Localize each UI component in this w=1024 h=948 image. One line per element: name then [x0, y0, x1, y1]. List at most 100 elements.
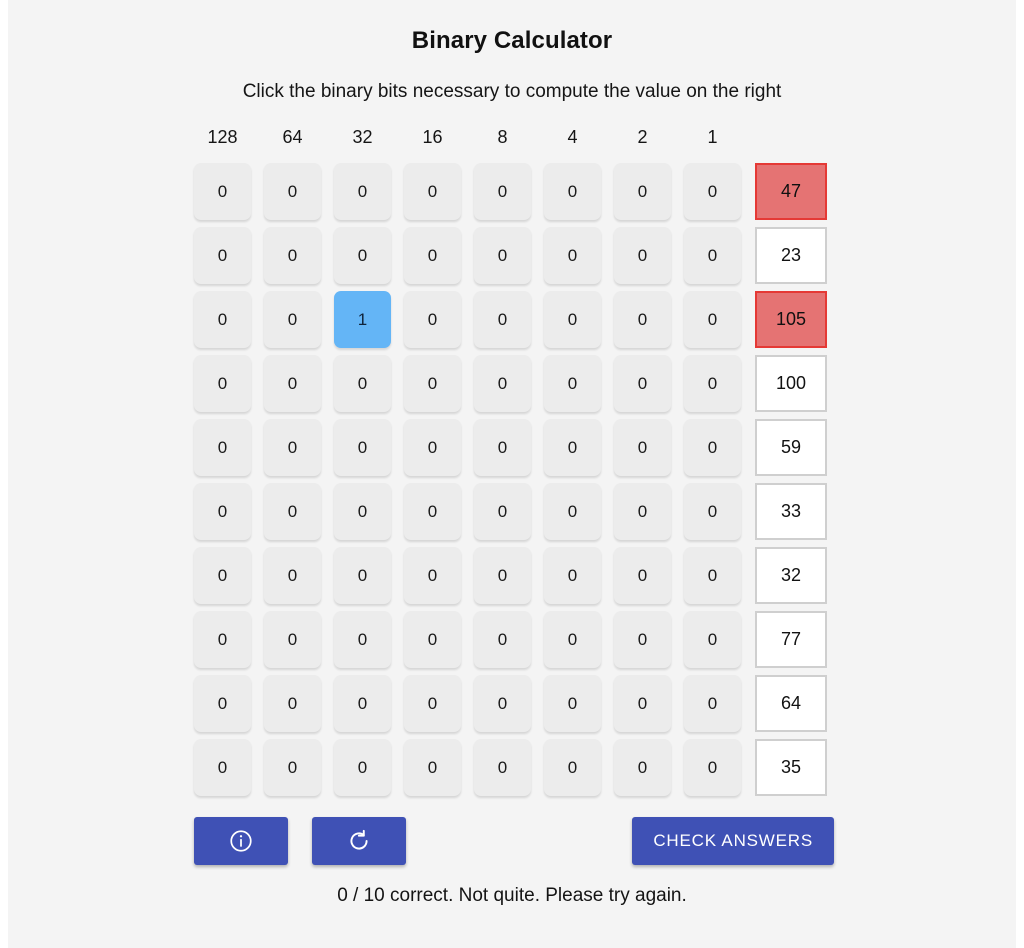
bit-cell-64[interactable]: 0 — [264, 675, 321, 732]
bit-cell-4[interactable]: 0 — [544, 227, 601, 284]
bit-header-32: 32 — [352, 127, 373, 147]
bit-cell-128[interactable]: 0 — [194, 675, 251, 732]
bit-cell-32[interactable]: 0 — [334, 227, 391, 284]
bit-cell-1[interactable]: 0 — [684, 355, 741, 412]
bit-row: 0 0 0 0 0 0 0 0 35 — [194, 739, 834, 796]
bit-cell-4[interactable]: 0 — [544, 291, 601, 348]
bit-cell-16[interactable]: 0 — [404, 611, 461, 668]
bit-cell-2[interactable]: 0 — [614, 547, 671, 604]
bit-cell-2[interactable]: 0 — [614, 675, 671, 732]
bit-cell-1[interactable]: 0 — [684, 675, 741, 732]
bit-cell-1[interactable]: 0 — [684, 163, 741, 220]
bit-row: 0 0 0 0 0 0 0 0 33 — [194, 483, 834, 540]
bit-cell-2[interactable]: 0 — [614, 611, 671, 668]
bit-cell-128[interactable]: 0 — [194, 355, 251, 412]
bit-cell-128[interactable]: 0 — [194, 291, 251, 348]
bit-rows: 0 0 0 0 0 0 0 0 47 0 0 0 0 0 0 0 0 23 0 0 1 0 0 0 0 0 105 0 0 0 0 0 0 0 0 1… — [194, 153, 834, 796]
bit-cell-32[interactable]: 0 — [334, 547, 391, 604]
bit-cell-32[interactable]: 1 — [334, 291, 391, 348]
bit-cell-1[interactable]: 0 — [684, 291, 741, 348]
bit-cell-2[interactable]: 0 — [614, 355, 671, 412]
bit-cell-4[interactable]: 0 — [544, 483, 601, 540]
bit-cell-128[interactable]: 0 — [194, 163, 251, 220]
bit-cell-1[interactable]: 0 — [684, 483, 741, 540]
bit-cell-32[interactable]: 0 — [334, 355, 391, 412]
target-value: 64 — [755, 675, 827, 732]
bit-cell-128[interactable]: 0 — [194, 611, 251, 668]
reset-button[interactable] — [312, 817, 406, 865]
bit-cell-8[interactable]: 0 — [474, 163, 531, 220]
bit-cell-16[interactable]: 0 — [404, 675, 461, 732]
bit-cell-32[interactable]: 0 — [334, 419, 391, 476]
bit-cell-2[interactable]: 0 — [614, 291, 671, 348]
bit-cell-32[interactable]: 0 — [334, 483, 391, 540]
bit-cell-4[interactable]: 0 — [544, 675, 601, 732]
bit-cell-32[interactable]: 0 — [334, 675, 391, 732]
bit-cell-16[interactable]: 0 — [404, 291, 461, 348]
bit-cell-64[interactable]: 0 — [264, 739, 321, 796]
bit-header-1: 1 — [707, 127, 718, 147]
bit-cell-8[interactable]: 0 — [474, 291, 531, 348]
bit-cell-8[interactable]: 0 — [474, 675, 531, 732]
bit-cell-4[interactable]: 0 — [544, 419, 601, 476]
bit-cell-4[interactable]: 0 — [544, 739, 601, 796]
bit-cell-16[interactable]: 0 — [404, 163, 461, 220]
target-value: 105 — [755, 291, 827, 348]
bit-row: 0 0 0 0 0 0 0 0 23 — [194, 227, 834, 284]
bit-cell-4[interactable]: 0 — [544, 163, 601, 220]
bit-cell-8[interactable]: 0 — [474, 611, 531, 668]
bit-cell-2[interactable]: 0 — [614, 739, 671, 796]
bit-cell-8[interactable]: 0 — [474, 419, 531, 476]
bit-cell-16[interactable]: 0 — [404, 355, 461, 412]
bit-cell-1[interactable]: 0 — [684, 227, 741, 284]
bit-cell-1[interactable]: 0 — [684, 611, 741, 668]
bit-cell-8[interactable]: 0 — [474, 355, 531, 412]
bit-cell-16[interactable]: 0 — [404, 419, 461, 476]
bit-cell-1[interactable]: 0 — [684, 547, 741, 604]
bit-cell-16[interactable]: 0 — [404, 547, 461, 604]
bit-cell-32[interactable]: 0 — [334, 163, 391, 220]
bit-cell-8[interactable]: 0 — [474, 483, 531, 540]
bit-cell-128[interactable]: 0 — [194, 483, 251, 540]
bit-cell-32[interactable]: 0 — [334, 611, 391, 668]
bit-cell-2[interactable]: 0 — [614, 163, 671, 220]
bit-cell-8[interactable]: 0 — [474, 739, 531, 796]
bit-header-2: 2 — [637, 127, 648, 147]
bit-cell-2[interactable]: 0 — [614, 227, 671, 284]
target-value: 59 — [755, 419, 827, 476]
bit-cell-64[interactable]: 0 — [264, 419, 321, 476]
bit-cell-16[interactable]: 0 — [404, 483, 461, 540]
info-button[interactable] — [194, 817, 288, 865]
bit-cell-128[interactable]: 0 — [194, 419, 251, 476]
bit-cell-128[interactable]: 0 — [194, 739, 251, 796]
bit-cell-4[interactable]: 0 — [544, 355, 601, 412]
check-answers-button[interactable]: CHECK ANSWERS — [632, 817, 834, 865]
bit-cell-1[interactable]: 0 — [684, 419, 741, 476]
bit-row: 0 0 0 0 0 0 0 0 64 — [194, 675, 834, 732]
bit-cell-128[interactable]: 0 — [194, 227, 251, 284]
bit-header-64: 64 — [282, 127, 303, 147]
bit-cell-64[interactable]: 0 — [264, 547, 321, 604]
bit-cell-64[interactable]: 0 — [264, 163, 321, 220]
bit-cell-16[interactable]: 0 — [404, 227, 461, 284]
bit-cell-16[interactable]: 0 — [404, 739, 461, 796]
bit-cell-64[interactable]: 0 — [264, 355, 321, 412]
target-value: 33 — [755, 483, 827, 540]
bit-cell-2[interactable]: 0 — [614, 419, 671, 476]
bit-cell-1[interactable]: 0 — [684, 739, 741, 796]
bit-cell-64[interactable]: 0 — [264, 291, 321, 348]
target-value: 23 — [755, 227, 827, 284]
bit-cell-8[interactable]: 0 — [474, 227, 531, 284]
bit-cell-4[interactable]: 0 — [544, 611, 601, 668]
bit-grid: 128 64 32 16 8 4 2 1 0 0 0 0 0 0 0 0 47 0 0 0 0 0 0 0 0 2… — [190, 103, 834, 796]
bit-value-header-row: 128 64 32 16 8 4 2 1 — [194, 103, 834, 153]
bit-row: 0 0 0 0 0 0 0 0 47 — [194, 163, 834, 220]
bit-cell-32[interactable]: 0 — [334, 739, 391, 796]
bit-cell-4[interactable]: 0 — [544, 547, 601, 604]
bit-cell-128[interactable]: 0 — [194, 547, 251, 604]
bit-cell-2[interactable]: 0 — [614, 483, 671, 540]
bit-cell-8[interactable]: 0 — [474, 547, 531, 604]
bit-cell-64[interactable]: 0 — [264, 611, 321, 668]
bit-cell-64[interactable]: 0 — [264, 483, 321, 540]
bit-cell-64[interactable]: 0 — [264, 227, 321, 284]
